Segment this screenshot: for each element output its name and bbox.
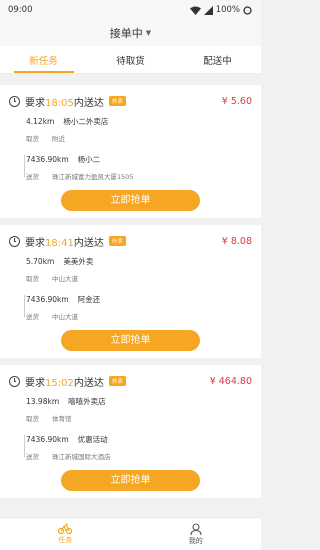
status-time: 09:00 [8, 5, 33, 15]
pickup-info: 4.12km 杨小二外卖店 取货 附近 [9, 116, 252, 154]
battery-percent: 100% [215, 5, 240, 15]
delivery-label: 送货 [26, 313, 39, 321]
battery-icon [243, 5, 252, 15]
pickup-address: 附近 [52, 135, 65, 143]
pickup-address: 中山大道 [52, 275, 78, 283]
pickup-label: 取货 [26, 275, 39, 283]
order-card: 要求18:05内送达 外卖 ¥ 5.60 4.12km 杨小二外卖店 取货 附近 7… [0, 85, 261, 218]
clock-icon [9, 375, 20, 387]
delivery-info: 7436.90km 杨小二 送货 珠江新城富力盈凯大厦1505 [9, 154, 252, 188]
order-type-badge: 外卖 [108, 96, 126, 106]
chevron-down-icon[interactable]: ▼ [146, 29, 151, 37]
bottom-nav: 任务 我的 [0, 517, 261, 550]
signal-icon [203, 5, 213, 15]
grab-order-button[interactable]: 立即抢单 [61, 190, 200, 211]
pickup-name: 杨小二外卖店 [63, 117, 109, 126]
order-type-badge: 外卖 [108, 236, 126, 246]
delivery-requirement: 要求18:05内送达 [25, 97, 104, 109]
grab-order-button[interactable]: 立即抢单 [61, 330, 200, 351]
pickup-distance: 13.98km [26, 397, 60, 406]
page-title[interactable]: 接单中 [110, 25, 143, 41]
pickup-distance: 5.70km [26, 257, 55, 266]
clock-icon [9, 95, 20, 107]
delivery-name: 杨小二 [77, 155, 101, 164]
pickup-distance: 4.12km [26, 117, 55, 126]
pickup-info: 5.70km 美美外卖 取货 中山大道 [9, 256, 252, 294]
delivery-label: 送货 [26, 453, 39, 461]
tab-new-tasks[interactable]: 新任务 [0, 46, 87, 73]
tab-pending-pickup[interactable]: 待取货 [87, 46, 174, 73]
delivery-address: 中山大道 [52, 313, 78, 321]
user-icon [190, 522, 202, 535]
pickup-name: 嘻嘻外卖店 [68, 397, 106, 406]
delivery-address: 珠江新城国际大酒店 [52, 453, 111, 461]
grab-order-button[interactable]: 立即抢单 [61, 470, 200, 491]
pickup-label: 取货 [26, 135, 39, 143]
order-type-badge: 外卖 [108, 376, 126, 386]
pickup-name: 美美外卖 [63, 257, 94, 266]
clock-icon [9, 235, 20, 247]
pickup-address: 体育馆 [52, 415, 72, 423]
delivery-info: 7436.90km 阿金还 送货 中山大道 [9, 294, 252, 328]
wifi-icon [189, 6, 201, 15]
pickup-info: 13.98km 嘻嘻外卖店 取货 体育馆 [9, 396, 252, 434]
order-card: 要求18:41内送达 外卖 ¥ 8.08 5.70km 美美外卖 取货 中山大道 7… [0, 225, 261, 358]
order-price: ¥ 8.08 [221, 235, 252, 247]
delivery-distance: 7436.90km [26, 435, 69, 444]
pickup-label: 取货 [26, 415, 39, 423]
tab-bar: 新任务 待取货 配送中 [0, 46, 261, 74]
delivery-label: 送货 [26, 173, 39, 181]
delivery-requirement: 要求18:41内送达 [25, 237, 104, 249]
delivery-info: 7436.90km 优惠活动 送货 珠江新城国际大酒店 [9, 434, 252, 468]
order-list[interactable]: 要求18:05内送达 外卖 ¥ 5.60 4.12km 杨小二外卖店 取货 附近 7… [0, 80, 261, 517]
nav-tasks[interactable]: 任务 [0, 518, 131, 550]
nav-profile[interactable]: 我的 [131, 518, 262, 550]
bike-icon [58, 523, 73, 534]
status-bar: 09:00 100% [0, 0, 261, 20]
order-price: ¥ 5.60 [221, 95, 252, 107]
order-price: ¥ 464.80 [209, 375, 252, 387]
header[interactable]: 接单中 ▼ [0, 20, 261, 46]
delivery-address: 珠江新城富力盈凯大厦1505 [52, 173, 134, 181]
delivery-distance: 7436.90km [26, 295, 69, 304]
delivery-name: 优惠活动 [77, 435, 108, 444]
order-card: 要求15:02内送达 外卖 ¥ 464.80 13.98km 嘻嘻外卖店 取货 体育… [0, 365, 261, 498]
delivery-distance: 7436.90km [26, 155, 69, 164]
delivery-name: 阿金还 [77, 295, 101, 304]
tab-delivering[interactable]: 配送中 [174, 46, 261, 73]
delivery-requirement: 要求15:02内送达 [25, 377, 104, 389]
